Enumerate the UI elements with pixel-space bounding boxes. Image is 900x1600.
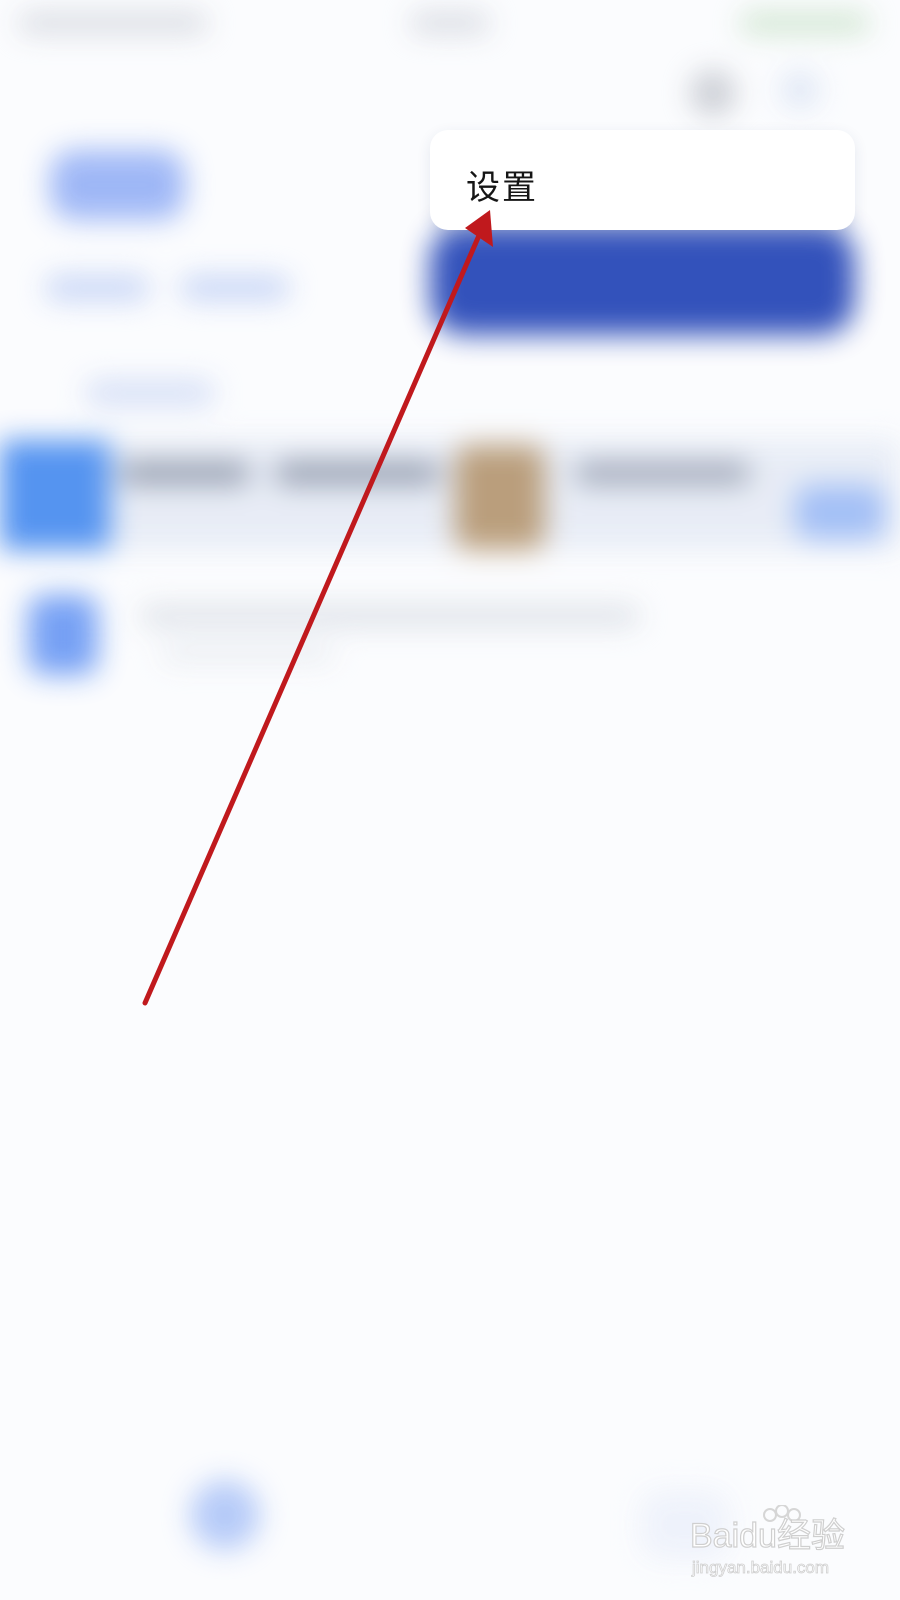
top-action-icon <box>690 70 736 116</box>
blurred-subtitle-2 <box>180 275 290 301</box>
blurred-banner-text <box>120 462 250 484</box>
blurred-banner <box>0 440 900 550</box>
blurred-menu-item <box>430 225 855 335</box>
blurred-list-title <box>140 605 640 627</box>
watermark-url: jingyan.baidu.com <box>691 1558 829 1577</box>
blurred-background <box>0 0 900 1600</box>
blurred-banner-text-3 <box>575 462 750 484</box>
screen: 设置 Baidu经验 jingyan.baidu.com <box>0 0 900 1600</box>
blurred-title <box>50 150 185 220</box>
blurred-nav-button <box>190 1480 260 1550</box>
status-bar-center <box>410 12 490 34</box>
blurred-banner-text-2 <box>275 462 440 484</box>
blurred-banner-image <box>455 445 545 550</box>
blurred-banner-button <box>795 485 885 540</box>
blurred-banner-left <box>0 440 110 550</box>
baidu-watermark: Baidu经验 jingyan.baidu.com <box>690 1505 846 1577</box>
blurred-list-icon <box>28 595 98 675</box>
status-bar-left <box>18 12 208 34</box>
menu-item-settings[interactable]: 设置 <box>466 160 538 209</box>
watermark-brand: Baidu经验 <box>690 1517 845 1555</box>
status-bar-right <box>740 12 870 34</box>
blurred-subtitle <box>45 275 150 301</box>
blurred-list-subtitle <box>160 645 335 663</box>
top-more-icon <box>780 70 820 110</box>
blurred-section-label <box>85 380 215 406</box>
popup-menu: 设置 <box>430 130 855 230</box>
